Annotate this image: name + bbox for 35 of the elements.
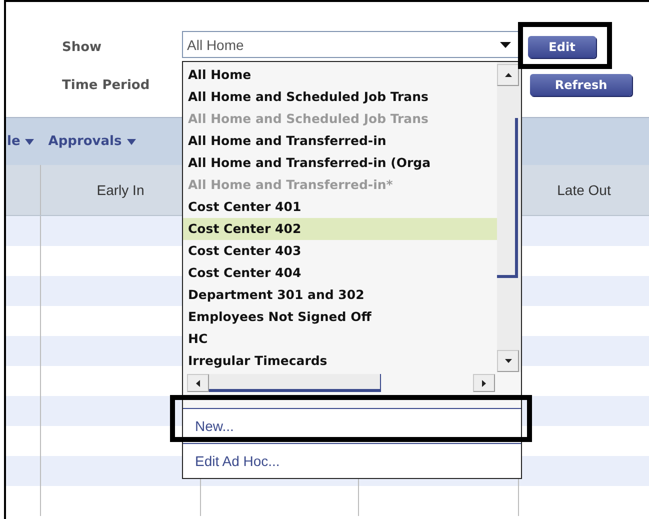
dropdown-option[interactable]: All Home xyxy=(183,64,497,86)
dropdown-option[interactable]: Cost Center 403 xyxy=(183,240,497,262)
scroll-up-button[interactable] xyxy=(497,64,519,86)
dropdown-option[interactable]: HC xyxy=(183,328,497,350)
filter-label: Show xyxy=(62,40,103,54)
horizontal-scrollbar[interactable] xyxy=(187,374,495,392)
dropdown-action[interactable]: Edit Ad Hoc... xyxy=(183,443,521,478)
right-arrow-icon xyxy=(482,380,486,386)
scrollbar-thumb[interactable] xyxy=(497,118,518,278)
dropdown-option[interactable]: Cost Center 402 xyxy=(183,218,497,240)
down-arrow-icon xyxy=(504,359,512,363)
menu-item[interactable]: Approvals xyxy=(48,134,136,149)
dropdown-option[interactable]: Employees Not Signed Off xyxy=(183,306,497,328)
caret-icon xyxy=(25,138,34,144)
left-arrow-icon xyxy=(196,380,200,386)
scroll-right-button[interactable] xyxy=(473,374,495,392)
refresh-button[interactable]: Refresh xyxy=(530,74,632,96)
scrollbar-thumb[interactable] xyxy=(209,374,381,392)
column-header: Early In xyxy=(96,182,144,198)
edit-button[interactable]: Edit xyxy=(528,36,596,58)
dropdown-option[interactable]: All Home and Transferred-in (Orga xyxy=(183,152,497,174)
up-arrow-icon xyxy=(504,73,512,77)
scroll-down-button[interactable] xyxy=(497,350,519,372)
dropdown-option[interactable]: Irregular Timecards xyxy=(183,350,497,372)
dropdown-option[interactable]: All Home and Transferred-in xyxy=(183,130,497,152)
dropdown-option[interactable]: Cost Center 404 xyxy=(183,262,497,284)
dropdown-option[interactable]: All Home and Scheduled Job Trans xyxy=(183,86,497,108)
column-header: Late Out xyxy=(557,182,611,198)
dropdown-arrow-icon xyxy=(500,42,511,48)
dropdown-option[interactable]: Cost Center 401 xyxy=(183,196,497,218)
menu-item[interactable]: le xyxy=(7,134,34,149)
caret-icon xyxy=(126,138,136,144)
vertical-scrollbar[interactable] xyxy=(497,62,521,372)
filter-label: Time Period xyxy=(62,78,151,92)
scroll-left-button[interactable] xyxy=(187,374,209,392)
